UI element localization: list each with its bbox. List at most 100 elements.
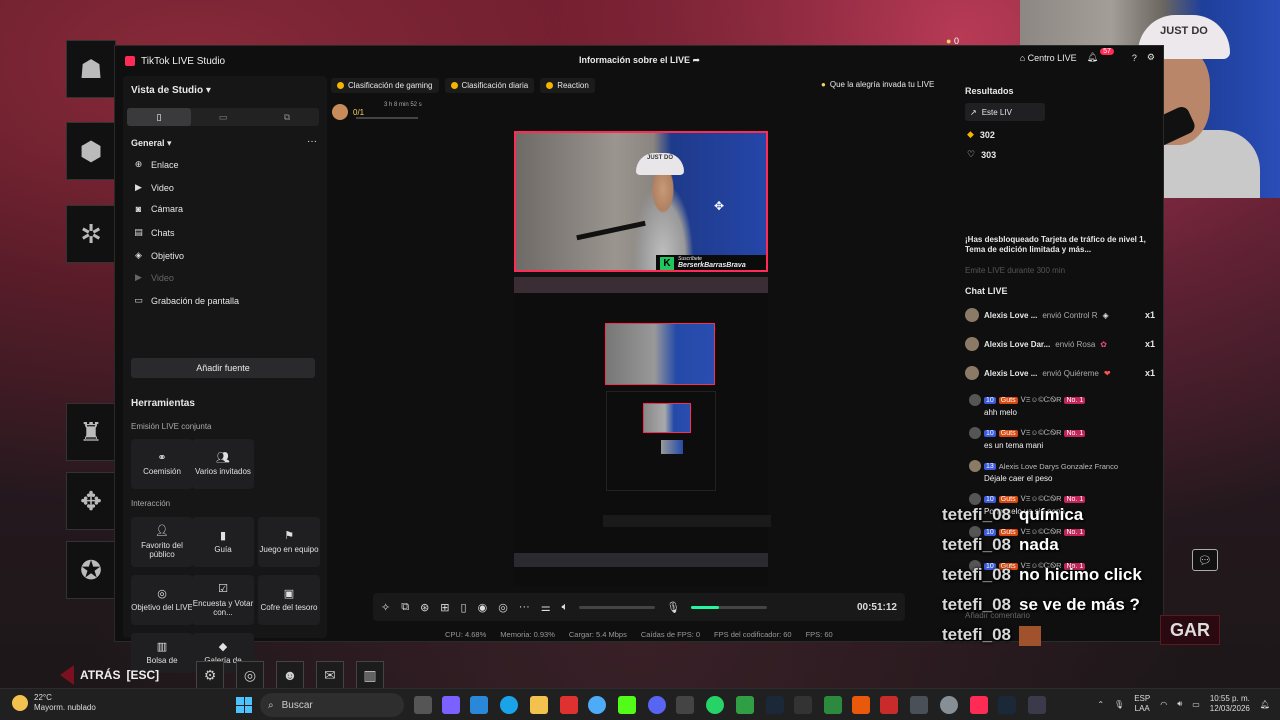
cohost-button[interactable]: ⚭ Coemisión bbox=[131, 439, 193, 489]
multi-guest-button[interactable]: 👥︎ Varios invitados bbox=[192, 439, 254, 489]
portrait-icon[interactable]: ▯ bbox=[127, 108, 191, 126]
source-video[interactable]: ▶ Video bbox=[133, 182, 174, 193]
mixer-icon[interactable]: ⚌ bbox=[541, 601, 551, 614]
acrobat-icon[interactable] bbox=[560, 696, 578, 714]
app-icon[interactable] bbox=[852, 696, 870, 714]
diamond-icon: ◆ bbox=[967, 129, 974, 139]
task-view-icon[interactable] bbox=[414, 696, 432, 714]
steam-icon[interactable] bbox=[998, 696, 1016, 714]
archive-icon[interactable]: ◎ bbox=[236, 661, 264, 689]
record-icon[interactable]: ◉ bbox=[478, 601, 488, 614]
app-icon[interactable] bbox=[736, 696, 754, 714]
source-link[interactable]: ⊕ Enlace bbox=[133, 159, 179, 170]
chevron-up-icon[interactable]: ⌃ bbox=[1097, 700, 1104, 709]
copilot-icon[interactable] bbox=[442, 696, 460, 714]
volume-slider[interactable] bbox=[579, 605, 656, 609]
killer-portrait-icon[interactable]: ☗ bbox=[66, 40, 116, 98]
move-icon[interactable]: ✥ bbox=[714, 199, 724, 213]
kick-icon[interactable] bbox=[618, 696, 636, 714]
wifi-icon[interactable]: ◠ bbox=[1160, 700, 1167, 709]
store-icon[interactable]: ✉ bbox=[316, 661, 344, 689]
volume-icon[interactable]: 🔊︎ bbox=[1177, 699, 1182, 709]
source-screen-record[interactable]: ▭ Grabación de pantalla bbox=[133, 295, 239, 306]
team-game-button[interactable]: ⚑ Juego en equipo bbox=[258, 517, 320, 567]
xbox-icon[interactable] bbox=[824, 696, 842, 714]
live-info-title[interactable]: Información sobre el LIVE ➦ bbox=[579, 55, 700, 66]
mic-level-slider[interactable] bbox=[691, 605, 768, 609]
app-icon[interactable] bbox=[880, 696, 898, 714]
tiktok-studio-icon[interactable] bbox=[970, 696, 988, 714]
mic-icon[interactable]: 🎙︎ bbox=[666, 601, 680, 614]
add-source-button[interactable]: Añadir fuente bbox=[131, 358, 315, 378]
landscape-icon[interactable]: ▭ bbox=[191, 108, 255, 126]
profile-icon[interactable]: ☻ bbox=[276, 661, 304, 689]
chat-bubble-icon[interactable]: 💬︎ bbox=[1192, 549, 1218, 571]
source-camera[interactable]: ◙ Cámara bbox=[133, 204, 183, 214]
game-icon[interactable] bbox=[1028, 696, 1046, 714]
weather-widget[interactable]: 22°C Mayorm. nublado bbox=[12, 693, 96, 712]
app-icon[interactable] bbox=[676, 696, 694, 714]
avatar bbox=[965, 308, 979, 322]
layout-icon[interactable]: ⧉ bbox=[401, 601, 409, 614]
clock[interactable]: 10:55 p. m. 12/03/2026 bbox=[1210, 694, 1250, 715]
item-icon[interactable]: ♜ bbox=[66, 403, 116, 461]
live-goal-button[interactable]: ◎ Objetivo del LIVE bbox=[131, 575, 193, 625]
taskbar-search[interactable]: ⌕ Buscar bbox=[260, 693, 404, 717]
addon-icon[interactable]: ✪ bbox=[66, 541, 116, 599]
discord-icon[interactable] bbox=[648, 696, 666, 714]
offering-icon[interactable]: ✥ bbox=[66, 472, 116, 530]
stats-icon[interactable]: ▥ bbox=[356, 661, 384, 689]
play-button[interactable]: GAR bbox=[1160, 615, 1220, 645]
heart-icon: ♡ bbox=[967, 149, 976, 159]
general-dropdown[interactable]: General ▾ bbox=[131, 138, 172, 149]
stream-preview[interactable]: JUST DO ✥ K Suscríbete BerserkBarrasBrav… bbox=[514, 131, 771, 586]
source-chats[interactable]: ▤ Chats bbox=[133, 227, 174, 238]
goal-widget[interactable]: 0/1 3 h 8 min 52 s bbox=[332, 101, 422, 123]
help-icon[interactable]: ? bbox=[1132, 53, 1137, 63]
audience-favorite-button[interactable]: 👤︎ Favorito del público bbox=[131, 517, 193, 567]
steam-icon[interactable] bbox=[766, 696, 784, 714]
focus-icon[interactable]: ◎ bbox=[498, 601, 508, 614]
guide-button[interactable]: ▮ Guía bbox=[192, 517, 254, 567]
more-icon[interactable]: ··· bbox=[307, 136, 317, 147]
perk-icon[interactable]: ⬢ bbox=[66, 122, 116, 180]
centro-live-button[interactable]: ⌂ Centro LIVE bbox=[1020, 53, 1077, 63]
explorer-icon[interactable] bbox=[530, 696, 548, 714]
layered-icon[interactable]: ⧉ bbox=[255, 108, 319, 126]
gaming-ranking-chip[interactable]: Clasificación de gaming bbox=[331, 78, 439, 93]
mic-tray-icon[interactable]: 🎙︎ bbox=[1114, 700, 1124, 709]
studio-view-dropdown[interactable]: Vista de Studio ▾ bbox=[131, 85, 211, 96]
reaction-chip[interactable]: Reaction bbox=[540, 78, 595, 93]
obs-icon[interactable] bbox=[940, 696, 958, 714]
share-icon[interactable]: ➦ bbox=[693, 55, 701, 65]
joy-banner[interactable]: ● Que la alegría invada tu LIVE bbox=[821, 80, 934, 89]
source-video-disabled[interactable]: ▶ Video bbox=[133, 272, 174, 283]
more-options-icon[interactable]: ··· bbox=[519, 601, 530, 613]
this-live-tab[interactable]: ↗ Este LIV bbox=[965, 103, 1045, 121]
daily-ranking-chip[interactable]: Clasificación diaria bbox=[444, 78, 535, 93]
source-goal[interactable]: ◈ Objetivo bbox=[133, 250, 184, 261]
network-icon[interactable]: ✲ bbox=[66, 205, 116, 263]
whatsapp-icon[interactable] bbox=[706, 696, 724, 714]
phone-icon[interactable]: ▯ bbox=[461, 601, 467, 614]
treasure-chest-button[interactable]: ▣ Cofre del tesoro bbox=[258, 575, 320, 625]
app-icon[interactable] bbox=[910, 696, 928, 714]
edge-icon[interactable] bbox=[500, 696, 518, 714]
settings-gear-icon[interactable]: ⚙ bbox=[196, 661, 224, 689]
camera-source-frame[interactable]: JUST DO ✥ K Suscríbete BerserkBarrasBrav… bbox=[514, 131, 768, 272]
notifications-icon[interactable]: 🔔︎ bbox=[1260, 700, 1270, 709]
poll-button[interactable]: ☑ Encuesta y Votar con... bbox=[192, 575, 254, 625]
store-app-icon[interactable] bbox=[470, 696, 488, 714]
chrome-icon[interactable] bbox=[588, 696, 606, 714]
ai-icon[interactable]: ⊛ bbox=[420, 601, 429, 614]
speaker-icon[interactable]: 🔈︎ bbox=[562, 601, 569, 614]
settings-gear-icon[interactable]: ⚙ bbox=[1147, 52, 1155, 63]
add-scene-icon[interactable]: ⊞ bbox=[440, 601, 449, 614]
notification-bell-icon[interactable]: 🔔︎ bbox=[1087, 52, 1098, 63]
battery-icon[interactable]: ▭ bbox=[1192, 700, 1200, 709]
epic-icon[interactable] bbox=[794, 696, 812, 714]
back-button[interactable]: ATRÁS [ESC] bbox=[60, 663, 159, 687]
language-indicator[interactable]: ESP LAA bbox=[1134, 694, 1150, 715]
windows-start-icon[interactable] bbox=[236, 697, 252, 713]
magic-icon[interactable]: ✧ bbox=[381, 601, 390, 614]
